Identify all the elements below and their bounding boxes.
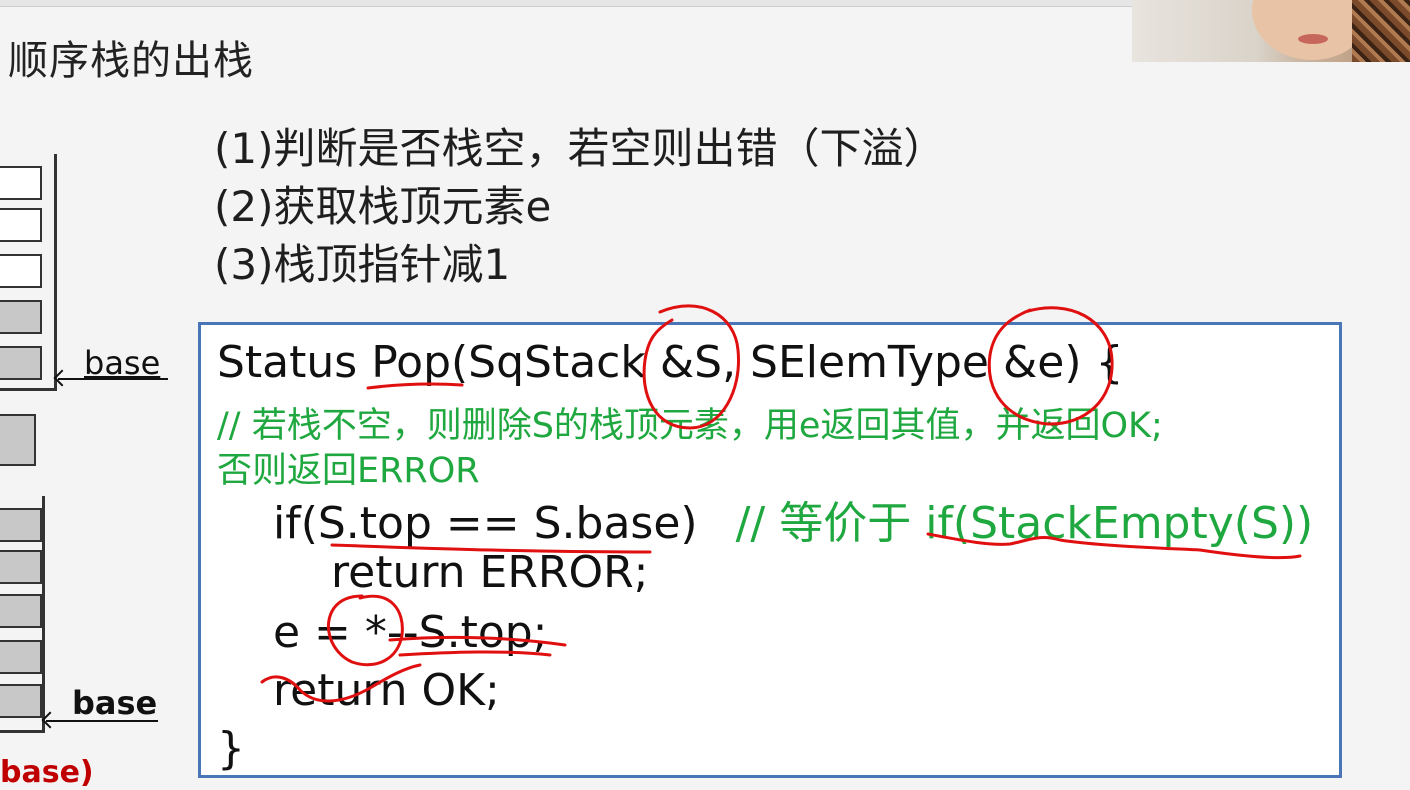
stack-cell-filled (0, 594, 42, 628)
code-if-statement: if(S.top == S.base) (273, 498, 698, 549)
code-comment-line1: // 若栈不空，则删除S的栈顶元素，用e返回其值，并返回OK; (217, 406, 1163, 446)
stack-cell-filled (0, 346, 42, 380)
code-box: Status Pop(SqStack &S, SElemType &e) { /… (198, 322, 1342, 778)
code-if-comment: // 等价于 if(StackEmpty(S)) (735, 498, 1314, 549)
stack-cell-filled (0, 684, 42, 718)
code-return-ok: return OK; (273, 665, 500, 716)
stack-cell-filled (0, 550, 42, 584)
stack-floor (0, 388, 57, 391)
popped-element (0, 414, 36, 466)
stack-wall (54, 154, 57, 390)
presenter-webcam-overlay (1132, 0, 1410, 62)
stack-cell-empty (0, 208, 42, 242)
code-comment-line2: 否则返回ERROR (217, 451, 480, 491)
stack-cell-filled (0, 300, 42, 334)
step-list: (1)判断是否栈空，若空则出错（下溢） (2)获取栈顶元素e (3)栈顶指针减1 (214, 120, 946, 294)
step-2: (2)获取栈顶元素e (214, 182, 552, 231)
stack-wall (42, 496, 45, 732)
presenter-mouth (1298, 34, 1328, 44)
slide-title: 顺序栈的出栈 (8, 38, 254, 84)
code-return-error: return ERROR; (331, 547, 649, 598)
presenter-hair (1352, 0, 1410, 62)
code-if-line: if(S.top == S.base) // 等价于 if(StackEmpty… (273, 487, 1313, 551)
stack-cell-empty (0, 254, 42, 288)
stack-cell-empty (0, 166, 42, 200)
base-label: base (72, 684, 158, 722)
step-1: (1)判断是否栈空，若空则出错（下溢） (214, 124, 946, 173)
code-signature: Status Pop(SqStack &S, SElemType &e) { (217, 337, 1124, 388)
code-closing-brace: } (217, 723, 245, 774)
step-3: (3)栈顶指针减1 (214, 240, 511, 289)
code-assign: e = *--S.top; (273, 607, 548, 658)
stack-cell-filled (0, 640, 42, 674)
stack-floor (0, 730, 45, 733)
base-label: base (84, 344, 161, 382)
stack-cell-filled (0, 508, 42, 542)
